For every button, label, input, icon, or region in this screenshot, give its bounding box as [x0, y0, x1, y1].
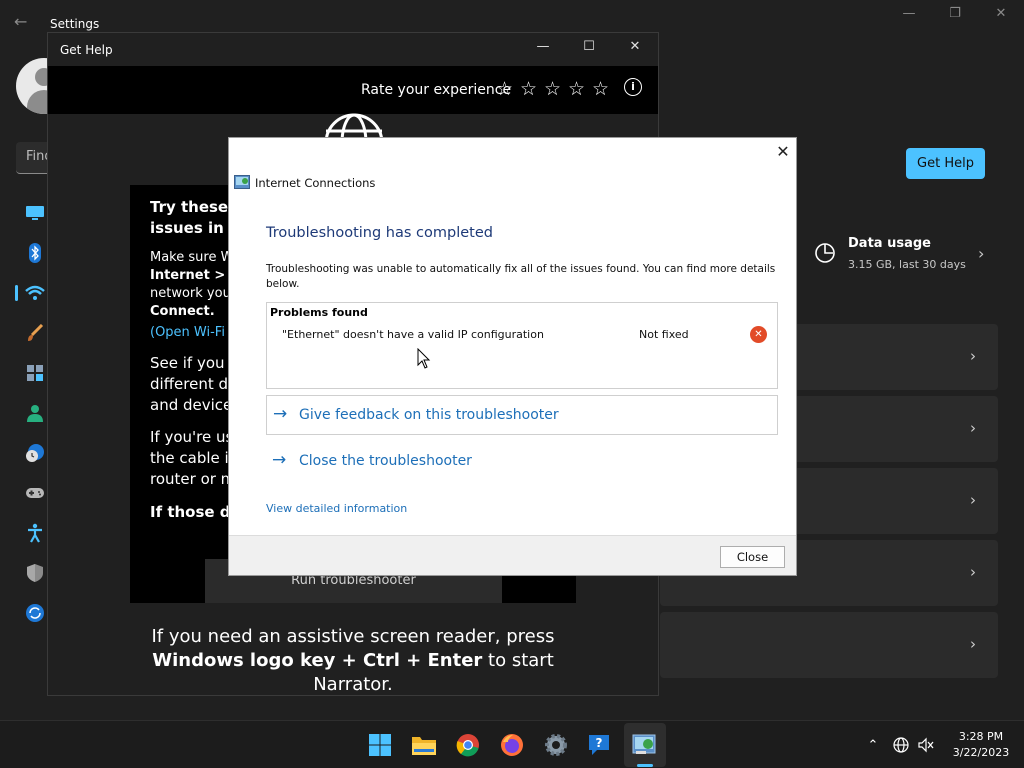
give-feedback-label: Give feedback on this troubleshooter [299, 407, 559, 423]
star-icon[interactable]: ☆ [592, 78, 609, 100]
info-icon[interactable]: i [624, 78, 642, 96]
back-arrow-icon[interactable]: ← [14, 12, 27, 31]
active-app-indicator [637, 764, 653, 767]
arrow-right-icon: → [272, 450, 287, 470]
chevron-up-icon[interactable]: ⌃ [864, 736, 882, 754]
dialog-close-icon[interactable]: ✕ [773, 142, 793, 164]
minimize-button[interactable]: — [523, 39, 563, 61]
clock-date: 3/22/2023 [952, 746, 1010, 759]
settings-icon[interactable] [541, 730, 571, 760]
close-button[interactable]: ✕ [978, 6, 1024, 28]
problem-status: Not fixed [639, 328, 689, 341]
dialog-description: Troubleshooting was unable to automatica… [266, 263, 776, 290]
give-feedback-link[interactable]: → Give feedback on this troubleshooter [266, 395, 778, 435]
volume-muted-icon[interactable] [917, 736, 935, 754]
dialog-app-title: Internet Connections [255, 176, 376, 190]
close-button[interactable]: Close [720, 546, 785, 568]
problems-found-list: Problems found "Ethernet" doesn't have a… [266, 302, 778, 389]
network-troubleshooter-icon[interactable] [629, 730, 659, 760]
chevron-right-icon: › [970, 347, 976, 365]
suggestion-paragraph: See if you c different de and device, [150, 354, 238, 414]
get-help-title: Get Help [60, 43, 113, 57]
suggestion-line: network you [150, 286, 231, 301]
chevron-right-icon: › [970, 491, 976, 509]
clock-time: 3:28 PM [958, 730, 1004, 743]
firefox-icon[interactable] [497, 730, 527, 760]
narrator-hint: If you need an assistive screen reader, … [48, 625, 658, 695]
file-explorer-icon[interactable] [409, 730, 439, 760]
mouse-cursor-icon [417, 348, 431, 369]
get-help-icon[interactable]: ? [585, 730, 615, 760]
minimize-button[interactable]: — [886, 6, 932, 28]
problem-description: "Ethernet" doesn't have a valid IP confi… [282, 328, 544, 341]
get-help-button[interactable]: Get Help [906, 148, 985, 179]
narrator-line: Windows logo key + Ctrl + Enter to start [48, 649, 658, 673]
narrator-line: Narrator. [313, 674, 393, 695]
restore-button[interactable]: ❐ [932, 6, 978, 28]
data-usage-icon [815, 243, 835, 263]
chrome-icon[interactable] [453, 730, 483, 760]
personalization-brush-icon[interactable] [24, 322, 46, 344]
suggestion-line: Make sure W [150, 250, 234, 265]
dialog-footer: Close [229, 535, 796, 575]
chevron-right-icon: › [970, 635, 976, 653]
settings-title: Settings [50, 17, 100, 31]
bluetooth-icon[interactable] [24, 242, 46, 264]
maximize-button[interactable]: ☐ [569, 39, 609, 61]
settings-row[interactable]: › [660, 612, 998, 678]
chevron-right-icon: › [978, 244, 985, 263]
rate-label: Rate your experience [361, 82, 512, 98]
accessibility-icon[interactable] [24, 522, 46, 544]
dialog-heading: Troubleshooting has completed [266, 225, 493, 241]
data-usage-item[interactable]: Data usage 3.15 GB, last 30 days › [812, 232, 1012, 280]
chevron-right-icon: › [970, 563, 976, 581]
star-icon[interactable]: ☆ [544, 78, 561, 100]
gaming-icon[interactable] [24, 482, 46, 504]
close-troubleshooter-label: Close the troubleshooter [299, 453, 472, 469]
suggestion-bold-line: Connect. [150, 304, 215, 319]
windows-update-icon[interactable] [24, 602, 46, 624]
problems-header: Problems found [270, 306, 368, 319]
narrator-line-tail: to start [482, 650, 554, 671]
svg-text:?: ? [596, 736, 603, 750]
nav-selected-indicator [15, 285, 18, 301]
chevron-right-icon: › [970, 419, 976, 437]
close-button[interactable]: ✕ [615, 39, 655, 61]
star-icon[interactable]: ☆ [568, 78, 585, 100]
accounts-icon[interactable] [24, 402, 46, 424]
privacy-shield-icon[interactable] [24, 562, 46, 584]
view-detailed-information-link[interactable]: View detailed information [266, 502, 407, 515]
apps-icon[interactable] [24, 362, 46, 384]
get-help-titlebar: Get Help — ☐ ✕ [48, 33, 658, 66]
rate-experience-bar: Rate your experience ☆ ☆ ☆ ☆ ☆ i [48, 66, 658, 114]
data-usage-title: Data usage [848, 236, 931, 251]
network-wifi-icon[interactable] [24, 282, 46, 304]
open-wifi-link[interactable]: (Open Wi-Fi [150, 324, 225, 342]
internet-connections-icon [234, 175, 250, 189]
narrator-line: If you need an assistive screen reader, … [151, 626, 555, 647]
system-icon[interactable] [24, 202, 46, 224]
arrow-right-icon: → [273, 404, 288, 424]
network-globe-icon[interactable] [892, 736, 910, 754]
taskbar: ? ⌃ 3:28 PM 3/22/2023 [0, 720, 1024, 768]
narrator-shortcut: Windows logo key + Ctrl + Enter [152, 650, 483, 671]
suggestion-paragraph: If you're us the cable is router or m [150, 428, 237, 488]
star-icon[interactable]: ☆ [520, 78, 537, 100]
star-icon[interactable]: ☆ [496, 78, 513, 100]
troubleshooter-dialog: ✕ Internet Connections Troubleshooting h… [228, 137, 797, 576]
error-icon: ✕ [750, 326, 767, 343]
system-clock[interactable]: 3:28 PM 3/22/2023 [948, 729, 1014, 761]
time-language-icon[interactable] [24, 442, 46, 464]
start-icon[interactable] [365, 730, 395, 760]
data-usage-subtitle: 3.15 GB, last 30 days [848, 258, 966, 271]
